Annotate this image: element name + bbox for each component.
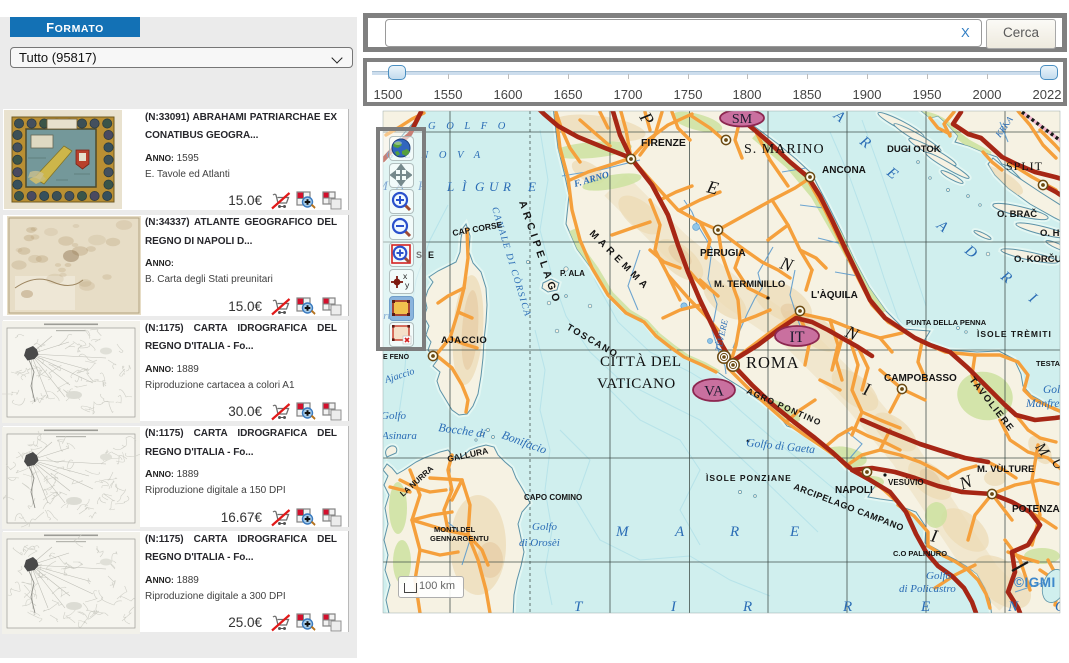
svg-text:O. KORČUL: O. KORČUL [1014, 253, 1068, 265]
svg-text:PUNTA DELLA PENNA: PUNTA DELLA PENNA [906, 318, 987, 327]
svg-text:I: I [670, 599, 677, 615]
svg-text:G O L F O: G O L F O [428, 121, 509, 132]
svg-text:G: G [475, 179, 485, 194]
svg-text:CAPO COMINO: CAPO COMINO [524, 493, 582, 502]
svg-text:E: E [789, 524, 799, 540]
svg-text:Manfredonia: Manfredonia [1025, 398, 1069, 410]
svg-text:R: R [502, 179, 511, 194]
svg-text:Asinara: Asinara [381, 430, 417, 442]
svg-text:MONTI DEL: MONTI DEL [434, 525, 476, 534]
svg-text:DUGI OTOK: DUGI OTOK [887, 144, 941, 155]
svg-text:ÌSOLE PONZIANE: ÌSOLE PONZIANE [705, 473, 792, 483]
svg-text:Ì: Ì [461, 179, 467, 194]
svg-text:VESÙVIO: VESÙVIO [888, 478, 924, 487]
svg-text:di Policastro: di Policastro [899, 583, 956, 595]
svg-text:A: A [674, 524, 685, 540]
svg-text:U: U [489, 179, 500, 194]
svg-text:di Orosèi: di Orosèi [519, 537, 560, 549]
svg-text:y: y [405, 280, 410, 290]
svg-text:M: M [615, 524, 630, 540]
svg-text:O. BRAČ: O. BRAČ [997, 208, 1037, 220]
svg-text:M. VÙLTURE: M. VÙLTURE [977, 463, 1034, 475]
svg-text:AJACCIO: AJACCIO [441, 335, 487, 346]
svg-text:O. HV: O. HV [1040, 228, 1067, 239]
svg-text:SPLIT: SPLIT [1006, 159, 1043, 173]
svg-text:IT: IT [789, 329, 804, 346]
svg-text:M. TERMINILLO: M. TERMINILLO [714, 279, 785, 290]
svg-text:PERUGIA: PERUGIA [700, 248, 746, 259]
svg-text:E FENO: E FENO [383, 354, 410, 361]
svg-text:O: O [1055, 599, 1066, 615]
svg-text:GENNARGENTU: GENNARGENTU [430, 534, 489, 543]
svg-text:R: R [729, 524, 739, 540]
svg-text:P. ALA: P. ALA [560, 269, 585, 278]
svg-text:Golfo: Golfo [532, 521, 558, 533]
svg-text:Golfo: Golfo [926, 570, 952, 582]
svg-text:VA: VA [704, 383, 724, 399]
svg-text:POTENZA: POTENZA [1012, 504, 1060, 515]
svg-text:VATICANO: VATICANO [597, 376, 676, 392]
svg-text:ROMA: ROMA [746, 353, 800, 372]
svg-text:L'ÀQUILA: L'ÀQUILA [811, 288, 858, 301]
svg-text:C.O PALINURO: C.O PALINURO [893, 549, 947, 558]
svg-text:E: E [527, 179, 536, 194]
svg-text:Golfo: Golfo [381, 410, 407, 422]
svg-text:E: E [920, 599, 930, 615]
svg-text:FIRENZE: FIRENZE [641, 137, 686, 149]
svg-text:CAMPOBASSO: CAMPOBASSO [884, 373, 957, 384]
svg-text:E: E [428, 250, 434, 260]
svg-text:N: N [1007, 599, 1019, 615]
svg-text:TESTA D: TESTA D [1036, 359, 1068, 368]
svg-text:S. MARINO: S. MARINO [744, 142, 825, 157]
svg-text:L: L [446, 179, 454, 194]
svg-text:ÌSOLE TRÈMITI: ÌSOLE TRÈMITI [976, 329, 1052, 339]
svg-text:R: R [742, 599, 752, 615]
svg-text:R: R [842, 599, 852, 615]
svg-text:NAPOLI: NAPOLI [835, 485, 873, 496]
svg-text:Golfo: Golfo [1043, 384, 1069, 396]
svg-text:SM: SM [732, 112, 753, 127]
svg-text:ANCONA: ANCONA [822, 165, 866, 176]
